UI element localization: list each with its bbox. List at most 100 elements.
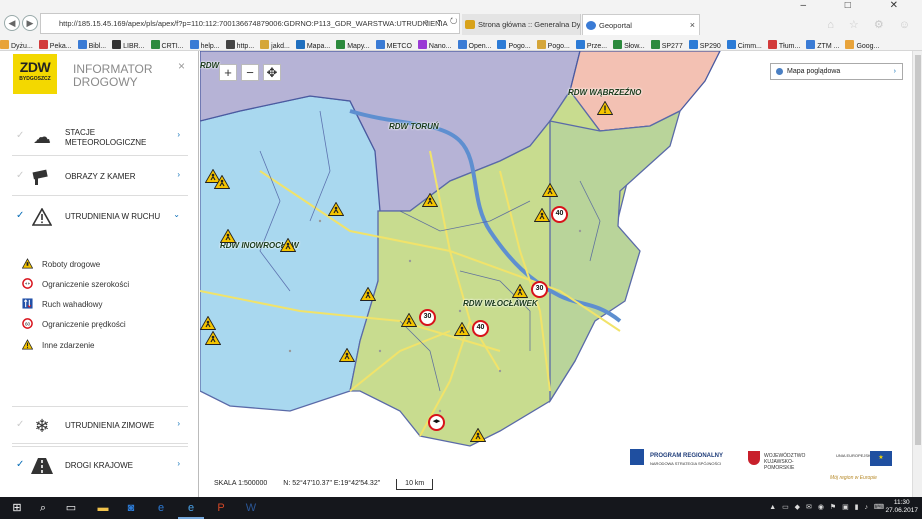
zoom-out-button[interactable]: − [241,64,259,81]
favorite-label: help... [200,43,220,50]
favorite-label: http... [236,43,255,50]
address-controls[interactable]: ⌕ ▾ ↻ [424,16,460,27]
favorite-link[interactable]: Pogo... [536,39,570,50]
favorite-icon [0,40,9,49]
roadworks-icon[interactable] [214,175,230,189]
roadworks-icon[interactable] [470,428,486,442]
zoom-in-button[interactable]: + [219,64,237,81]
close-icon[interactable]: × [178,59,185,73]
roadworks-icon[interactable] [422,193,438,207]
other-event-icon[interactable] [597,101,613,115]
roadworks-icon[interactable] [401,313,417,327]
roadworks-icon[interactable] [205,331,221,345]
roadworks-icon[interactable] [328,202,344,216]
legend-wahadlowy[interactable]: Ruch wahadłowy [22,298,102,312]
favorite-link[interactable]: Nano... [417,39,452,50]
word-icon[interactable]: W [238,497,264,519]
speed-limit-sign[interactable]: 30 [419,309,436,326]
pan-button[interactable]: ✥ [263,64,281,81]
back-icon[interactable]: ◀ [4,15,20,31]
region-label-partial: RDW [200,61,220,70]
width-limit-sign[interactable]: ◂▸ [428,414,445,431]
map-status-bar: SKALA 1:500000 N: 52°47'10.37" E:19°42'5… [200,476,640,492]
roadworks-icon[interactable] [220,229,236,243]
logo-label: WOJEWÓDZTWO KUJAWSKO-POMORSKIE [764,453,806,471]
favorite-link[interactable]: SP290 [688,39,721,50]
scrollbar-thumb[interactable] [915,55,921,445]
powerpoint-icon[interactable]: P [208,497,234,519]
ie-icon[interactable]: e [148,497,174,519]
clock-date: 27.06.2017 [885,507,918,514]
vertical-scrollbar[interactable] [912,51,922,497]
system-tray[interactable]: ▲ ▭ ◆ ✉ ◉ ⚑ ▣ ▮ ♪ ⌨ [769,497,886,519]
favorite-icon [77,40,87,49]
roadworks-icon[interactable] [360,287,376,301]
favorite-link[interactable]: Prze... [575,39,607,50]
speed-limit-sign[interactable]: 40 [472,320,489,337]
favorite-link[interactable]: Mapy... [336,39,370,50]
alternating-traffic-icon [22,298,33,309]
speed-limit-sign[interactable]: 30 [531,281,548,298]
menu-stacje[interactable]: ✓ ☁ STACJE METEOROLOGICZNE › [12,118,188,156]
favorite-icon [767,40,777,49]
menu-drogi-krajowe[interactable]: ✓ DROGI KRAJOWE › [12,446,188,484]
tab-close-icon[interactable]: × [690,15,695,35]
tab-geoportal[interactable]: Geoportal × [582,14,700,35]
favorite-link[interactable]: Mapa... [295,39,330,50]
browser-tools-icons[interactable]: ⌂ ☆ ⚙ ☺ [827,18,916,31]
forward-icon[interactable]: ▶ [22,15,38,31]
favorite-icon [650,40,660,49]
speed-limit-sign[interactable]: 40 [551,206,568,223]
favorite-link[interactable]: http... [225,39,255,50]
logo-sub: BYDGOSZCZ [19,76,51,82]
favorite-link[interactable]: LIBR... [112,39,145,50]
favorite-link[interactable]: METCO [375,39,412,50]
roadworks-icon[interactable] [542,183,558,197]
favorite-icon [375,40,385,49]
favorite-link[interactable]: Tłum... [767,39,800,50]
menu-utrudnienia[interactable]: ✓ UTRUDNIENIA W RUCHU ⌄ [12,198,188,236]
favorite-link[interactable]: help... [189,39,220,50]
menu-label: STACJE METEOROLOGICZNE [65,128,147,147]
favorite-link[interactable]: Słow... [613,39,645,50]
legend-roboty[interactable]: Roboty drogowe [22,258,100,272]
search-icon[interactable]: ⌕ [30,497,56,519]
clock[interactable]: 11:30 27.06.2017 [885,499,918,515]
favorite-link[interactable]: Open... [457,39,491,50]
start-icon[interactable]: ⊞ [4,497,30,519]
favorite-link[interactable]: Peka... [38,39,72,50]
favorite-link[interactable]: SP277 [650,39,683,50]
voivodeship-crest [748,451,760,465]
menu-kamery[interactable]: ✓ OBRAZY Z KAMER › [12,158,188,196]
eu-flag-icon: ★ [870,451,892,466]
file-explorer-icon[interactable]: ▬ [90,497,116,519]
tab-generalna[interactable]: Strona główna :: Generalna Dyr... [462,14,581,35]
task-view-icon[interactable]: ▭ [58,497,84,519]
roadworks-icon[interactable] [280,238,296,252]
map-view[interactable]: + − ✥ Mapa poglądowa › RDW WĄBRZEŹNO RDW… [200,51,912,497]
favorite-link[interactable]: Dyżu... [0,39,33,50]
favorite-icon [189,40,199,49]
roadworks-icon[interactable] [200,316,216,330]
address-bar[interactable]: http://185.15.45.169/apex/pls/apex/f?p=1… [40,13,460,34]
favorite-link[interactable]: Bibl... [77,39,106,50]
legend-inne[interactable]: Inne zdarzenie [22,339,94,353]
roadworks-icon[interactable] [534,208,550,222]
roadworks-icon[interactable] [512,284,528,298]
basemap-selector[interactable]: Mapa poglądowa › [770,63,903,80]
favorite-link[interactable]: Goog... [845,39,879,50]
menu-zimowe[interactable]: ✓ ❄ UTRUDNIENIA ZIMOWE › [12,406,188,444]
roadworks-icon[interactable] [339,348,355,362]
edge-icon[interactable]: e [178,497,204,519]
legend-szerokosc[interactable]: Ograniczenie szerokości [22,278,129,292]
chevron-right-icon: › [177,130,180,139]
favorite-link[interactable]: ZTM ... [806,39,839,50]
window-controls[interactable]: – □ ✕ [800,0,916,11]
favorite-link[interactable]: Pogo... [497,39,531,50]
legend-predkosc[interactable]: 60 Ograniczenie prędkości [22,318,126,332]
outlook-icon[interactable]: ◙ [118,497,144,519]
roadworks-icon[interactable] [454,322,470,336]
favorite-link[interactable]: CRTI... [150,39,184,50]
favorite-link[interactable]: Cimm... [726,39,762,50]
favorite-link[interactable]: jakd... [260,39,290,50]
